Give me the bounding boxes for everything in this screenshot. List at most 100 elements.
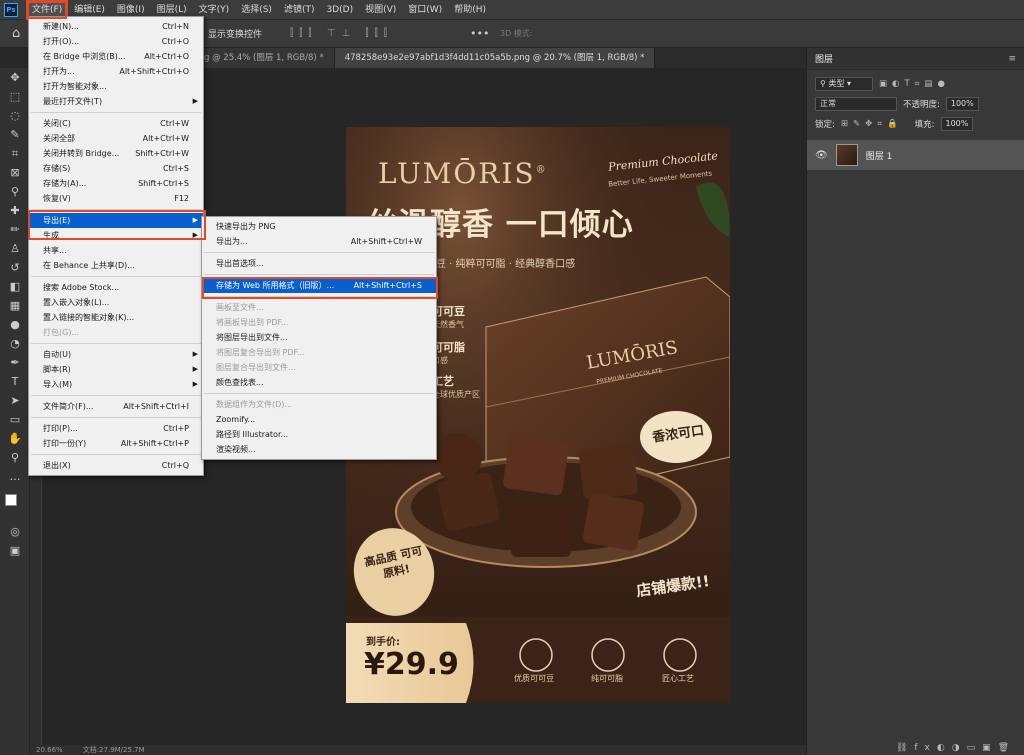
menu-item-label: 置入链接的智能对象(K)... <box>43 313 135 322</box>
photoshop-logo-icon[interactable]: Ps <box>4 2 18 17</box>
healing-brush-tool-icon[interactable]: ✚ <box>0 201 30 220</box>
more-tools-icon[interactable]: … <box>0 467 30 486</box>
file-item-25[interactable]: 脚本(R) ▶ <box>29 362 203 377</box>
export-item-3[interactable]: 导出首选项... <box>202 256 436 271</box>
menu-item-shortcut: Alt+Shift+Ctrl+P <box>120 439 189 448</box>
export-item-7[interactable]: 画板至文件... <box>202 300 436 315</box>
document-tab-2[interactable]: 478258e93e2e97abf1d3f4dd11c05a5b.png @ 2… <box>334 48 656 68</box>
file-item-31[interactable]: 打印一份(Y) Alt+Shift+Ctrl+P <box>29 436 203 451</box>
menu-item-label: 恢复(V) <box>43 194 71 203</box>
blur-tool-icon[interactable]: ● <box>0 315 30 334</box>
file-item-30[interactable]: 打印(P)... Ctrl+P <box>29 421 203 436</box>
menu-filter[interactable]: 滤镜(T) <box>278 0 321 20</box>
home-icon[interactable]: ⌂ <box>12 26 20 41</box>
screen-mode-icon[interactable]: ▣ <box>0 541 30 560</box>
brush-tool-icon[interactable]: ✏ <box>0 220 30 239</box>
menu-help[interactable]: 帮助(H) <box>448 0 492 20</box>
export-item-5[interactable]: 存储为 Web 所用格式（旧版）... Alt+Shift+Ctrl+S <box>202 278 436 293</box>
menu-view[interactable]: 视图(V) <box>359 0 402 20</box>
show-transform-controls[interactable]: 显示变换控件 <box>208 27 262 40</box>
lasso-tool-icon[interactable]: ◌ <box>0 106 30 125</box>
color-swatches[interactable] <box>0 490 29 522</box>
type-tool-icon[interactable]: T <box>0 372 30 391</box>
lock-icons[interactable]: ⊞✎✥⌗🔒 <box>841 119 903 129</box>
panel-menu-icon[interactable]: ≡ <box>1008 54 1016 64</box>
file-item-2[interactable]: 在 Bridge 中浏览(B)... Alt+Ctrl+O <box>29 49 203 64</box>
quick-mask-icon[interactable]: ◎ <box>0 522 30 541</box>
layers-footer-icons[interactable]: ⛓fx◐◑▭▣🗑 <box>896 743 1016 753</box>
eraser-tool-icon[interactable]: ◧ <box>0 277 30 296</box>
export-item-0[interactable]: 快速导出为 PNG <box>202 219 436 234</box>
layer-name[interactable]: 图层 1 <box>866 149 893 162</box>
file-item-4[interactable]: 打开为智能对象... <box>29 79 203 94</box>
opacity-input[interactable]: 100% <box>945 97 979 111</box>
path-select-tool-icon[interactable]: ➤ <box>0 391 30 410</box>
file-item-8[interactable]: 关闭全部 Alt+Ctrl+W <box>29 131 203 146</box>
visibility-eye-icon[interactable]: 👁 <box>815 150 828 161</box>
fill-input[interactable]: 100% <box>940 117 974 131</box>
dodge-tool-icon[interactable]: ◔ <box>0 334 30 353</box>
menu-item-label: 关闭并转到 Bridge... <box>43 149 120 158</box>
stamp-tool-icon[interactable]: ♙ <box>0 239 30 258</box>
export-item-8[interactable]: 将画板导出到 PDF... <box>202 315 436 330</box>
file-item-9[interactable]: 关闭并转到 Bridge... Shift+Ctrl+W <box>29 146 203 161</box>
crop-tool-icon[interactable]: ⌗ <box>0 144 30 163</box>
pen-tool-icon[interactable]: ✒ <box>0 353 30 372</box>
file-item-0[interactable]: 新建(N)... Ctrl+N <box>29 19 203 34</box>
filter-icons[interactable]: ▣◐T⌗▤● <box>879 79 950 89</box>
file-item-5[interactable]: 最近打开文件(T) ▶ <box>29 94 203 109</box>
file-item-22[interactable]: 打包(G)... <box>29 325 203 340</box>
frame-tool-icon[interactable]: ⊠ <box>0 163 30 182</box>
export-item-10[interactable]: 将图层复合导出到 PDF... <box>202 345 436 360</box>
gradient-tool-icon[interactable]: ▦ <box>0 296 30 315</box>
export-submenu: 快速导出为 PNG 导出为... Alt+Shift+Ctrl+W 导出首选项... 存… <box>201 216 437 460</box>
file-item-33[interactable]: 退出(X) Ctrl+Q <box>29 458 203 473</box>
file-item-28[interactable]: 文件简介(F)... Alt+Shift+Ctrl+I <box>29 399 203 414</box>
layers-panel-tab[interactable]: 图层 ≡ <box>807 48 1024 70</box>
file-item-24[interactable]: 自动(U) ▶ <box>29 347 203 362</box>
hand-tool-icon[interactable]: ✋ <box>0 429 30 448</box>
more-options-icon[interactable]: ••• <box>470 27 489 40</box>
menu-select[interactable]: 选择(S) <box>235 0 278 20</box>
document-tab-1[interactable]: g @ 25.4% (图层 1, RGB/8) * <box>200 48 335 68</box>
export-item-15[interactable]: Zoomify... <box>202 412 436 427</box>
export-item-14[interactable]: 数据组作为文件(D)... <box>202 397 436 412</box>
file-item-16[interactable]: 共享... <box>29 243 203 258</box>
file-item-10[interactable]: 存储(S) Ctrl+S <box>29 161 203 176</box>
file-item-7[interactable]: 关闭(C) Ctrl+W <box>29 116 203 131</box>
eyedropper-tool-icon[interactable]: ⚲ <box>0 182 30 201</box>
export-item-12[interactable]: 颜色查找表... <box>202 375 436 390</box>
export-item-17[interactable]: 渲染视频... <box>202 442 436 457</box>
export-item-16[interactable]: 路径到 Illustrator... <box>202 427 436 442</box>
export-item-9[interactable]: 将图层导出到文件... <box>202 330 436 345</box>
export-item-11[interactable]: 图层复合导出到文件... <box>202 360 436 375</box>
file-item-1[interactable]: 打开(O)... Ctrl+O <box>29 34 203 49</box>
file-item-26[interactable]: 导入(M) ▶ <box>29 377 203 392</box>
file-item-15[interactable]: 生成 ▶ <box>29 228 203 243</box>
menu-separator <box>204 274 434 275</box>
file-item-3[interactable]: 打开为... Alt+Shift+Ctrl+O <box>29 64 203 79</box>
shape-tool-icon[interactable]: ▭ <box>0 410 30 429</box>
move-tool-icon[interactable]: ✥ <box>0 68 30 87</box>
file-item-12[interactable]: 恢复(V) F12 <box>29 191 203 206</box>
file-item-20[interactable]: 置入嵌入对象(L)... <box>29 295 203 310</box>
align-icons[interactable]: ⫿⫿⫿ ⊤⊥ ⫿⫿⫿ <box>290 28 393 39</box>
file-item-11[interactable]: 存储为(A)... Shift+Ctrl+S <box>29 176 203 191</box>
history-brush-tool-icon[interactable]: ↺ <box>0 258 30 277</box>
menu-window[interactable]: 窗口(W) <box>402 0 448 20</box>
layer-row[interactable]: 👁 图层 1 <box>807 140 1024 170</box>
price-label: 到手价: <box>366 637 400 648</box>
quick-select-tool-icon[interactable]: ✎ <box>0 125 30 144</box>
layer-filter-select[interactable]: ⚲ 类型 ▾ <box>815 77 873 91</box>
zoom-level[interactable]: 20.66% <box>36 746 63 754</box>
zoom-tool-icon[interactable]: ⚲ <box>0 448 30 467</box>
file-item-17[interactable]: 在 Behance 上共享(D)... <box>29 258 203 273</box>
blend-mode-select[interactable]: 正常 <box>815 97 897 111</box>
foreground-color[interactable] <box>5 494 17 506</box>
file-item-21[interactable]: 置入链接的智能对象(K)... <box>29 310 203 325</box>
menu-3d[interactable]: 3D(D) <box>320 0 359 20</box>
export-item-1[interactable]: 导出为... Alt+Shift+Ctrl+W <box>202 234 436 249</box>
marquee-tool-icon[interactable]: ⬚ <box>0 87 30 106</box>
file-item-19[interactable]: 搜索 Adobe Stock... <box>29 280 203 295</box>
file-item-14[interactable]: 导出(E) ▶ <box>29 213 203 228</box>
